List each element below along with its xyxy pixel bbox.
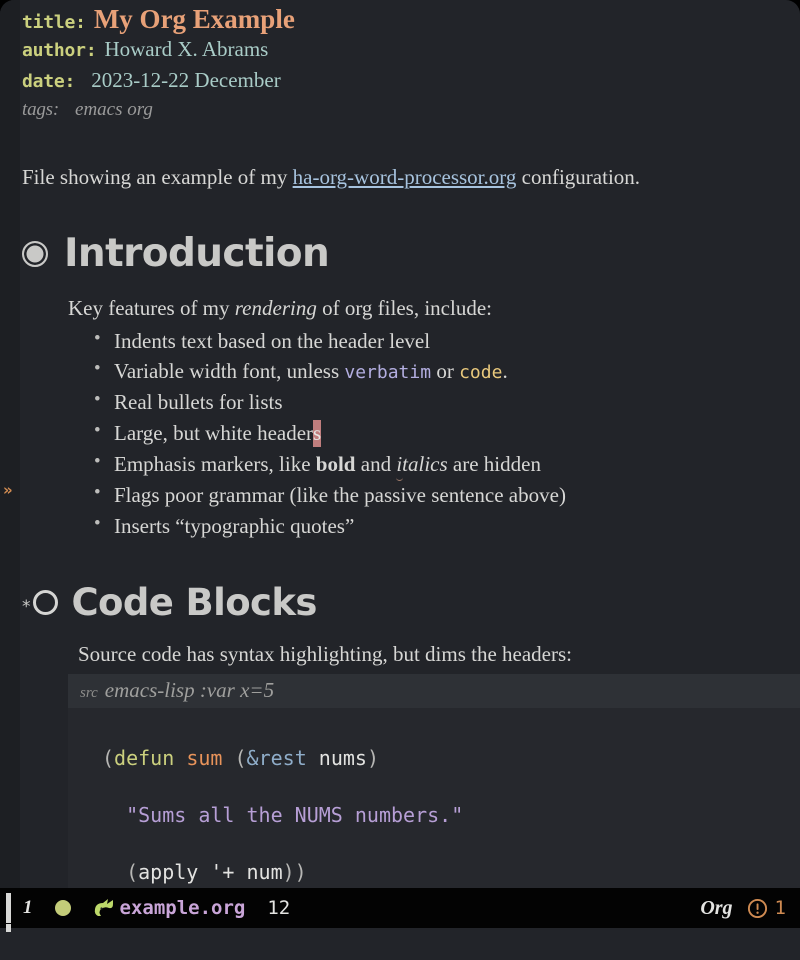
metadata-tags-value: emacs org (75, 99, 153, 120)
error-circle-icon (747, 898, 767, 918)
metadata-tags-key: tags: (22, 99, 60, 120)
intro-text-before: File showing an example of my (22, 165, 293, 189)
heading-introduction-label: Introduction (64, 231, 330, 277)
src-header-arguments: emacs-lisp :var x=5 (104, 677, 275, 702)
metadata-date-line: date: 2023-12-22 December (20, 68, 800, 99)
intro-text-after: configuration. (516, 165, 641, 189)
list-item-text: Indents text based on the header level (114, 328, 431, 353)
org-buffer[interactable]: title: My Org Example author: Howard X. … (20, 0, 800, 888)
introduction-feature-list: Indents text based on the header level V… (68, 325, 800, 542)
minibuffer-window-bar (6, 924, 11, 932)
modeline-error-count: 1 (774, 897, 786, 919)
code-blocks-lead-line: Source code has syntax highlighting, but… (78, 641, 572, 666)
list-item: Real bullets for lists (94, 386, 800, 418)
list-item-text-pre: Emphasis markers, like (114, 451, 316, 476)
src-block-code[interactable]: (defun sum (&rest nums) "Sums all the NU… (68, 707, 800, 888)
metadata-author-value: Howard X. Abrams (104, 37, 269, 61)
left-fringe: » (0, 0, 20, 888)
metadata-author-key: author: (22, 40, 97, 61)
list-item: Large, but white headers (94, 417, 800, 449)
list-item-text-mid: or (431, 359, 460, 384)
metadata-date-key: date: (22, 71, 76, 92)
code-line: "Sums all the NUMS numbers." (102, 803, 464, 828)
list-item: Inserts “typographic quotes” (94, 510, 800, 542)
hollow-ring-bullet-icon (32, 589, 58, 615)
code-token: code (459, 362, 503, 384)
italic-token: italics (396, 451, 448, 476)
metadata-tags-line: tags: emacs org (20, 99, 800, 130)
list-item-text-post: . (502, 359, 508, 384)
heading-introduction[interactable]: Introduction (20, 234, 800, 273)
list-item-text-mid: and (355, 451, 397, 476)
metadata-date-value: 2023-12-22 December (91, 68, 281, 92)
list-item: Flags poor grammar (like the passive sen… (94, 479, 800, 511)
lead-text-after: of org files, include: (316, 296, 492, 321)
modeline-window-number[interactable]: 1 (23, 897, 33, 919)
modeline-flycheck-status[interactable]: 1 (747, 897, 786, 919)
code-line: (defun sum (&rest nums) (102, 746, 380, 771)
heading-code-blocks[interactable]: * Code Blocks (20, 584, 800, 621)
emacs-frame: » title: My Org Example author: Howard X… (0, 0, 800, 960)
filled-ring-bullet-icon (22, 240, 48, 267)
list-item-text-post: are hidden (447, 451, 541, 476)
src-begin-keyword: src (80, 684, 98, 701)
list-item-text: Inserts “typographic quotes” (114, 513, 355, 538)
section-code-blocks-body: Source code has syntax highlighting, but… (20, 641, 800, 888)
list-item: Emphasis markers, like bold and italics … (94, 448, 800, 480)
section-introduction-body: Key features of my rendering of org file… (20, 295, 800, 541)
list-item-text: Flags poor grammar (like the passive sen… (114, 482, 566, 507)
metadata-title-key: title: (22, 12, 86, 33)
minibuffer-echo-area[interactable] (0, 924, 800, 960)
org-file-link[interactable]: ha-org-word-processor.org (293, 165, 517, 189)
heading-code-blocks-label: Code Blocks (71, 580, 318, 624)
buffer-modified-dot-icon[interactable] (54, 900, 71, 916)
lead-text-before: Key features of my (68, 296, 235, 321)
list-item-text: Real bullets for lists (114, 390, 283, 415)
introduction-lead-line: Key features of my rendering of org file… (68, 295, 800, 322)
modeline-left-section: 1 example.org 12 (11, 897, 700, 919)
modeline[interactable]: 1 example.org 12 Org 1 (0, 888, 800, 928)
list-item: Variable width font, unless verbatim or … (94, 355, 800, 387)
source-code-block[interactable]: src emacs-lisp :var x=5 (defun sum (&res… (68, 673, 800, 888)
lead-emphasis: rendering (234, 296, 317, 321)
list-item-text-pre: Variable width font, unless (114, 359, 345, 384)
intro-paragraph: File showing an example of my ha-org-wor… (20, 164, 800, 190)
verbatim-token: verbatim (344, 362, 432, 384)
org-unicorn-icon (93, 898, 115, 918)
list-item: Indents text based on the header level (94, 325, 800, 357)
fringe-overflow-marker-icon: » (3, 481, 13, 499)
modeline-filename[interactable]: example.org (120, 897, 246, 919)
metadata-title-value: My Org Example (93, 4, 295, 34)
modeline-major-mode[interactable]: Org (700, 897, 732, 920)
metadata-author-line: author: Howard X. Abrams (20, 37, 800, 68)
code-line: (apply '+ num)) (102, 859, 307, 884)
modeline-line-number[interactable]: 12 (267, 897, 290, 919)
src-block-header: src emacs-lisp :var x=5 (68, 673, 800, 708)
list-item-text-pre: Large, but white header (114, 421, 314, 446)
text-cursor: s (313, 420, 322, 448)
buffer-text-area[interactable]: » title: My Org Example author: Howard X… (0, 0, 800, 888)
bold-token: bold (315, 451, 356, 476)
heading-level-star: * (22, 596, 31, 617)
modeline-right-section: Org 1 (700, 897, 786, 920)
metadata-title-line: title: My Org Example (20, 6, 800, 37)
